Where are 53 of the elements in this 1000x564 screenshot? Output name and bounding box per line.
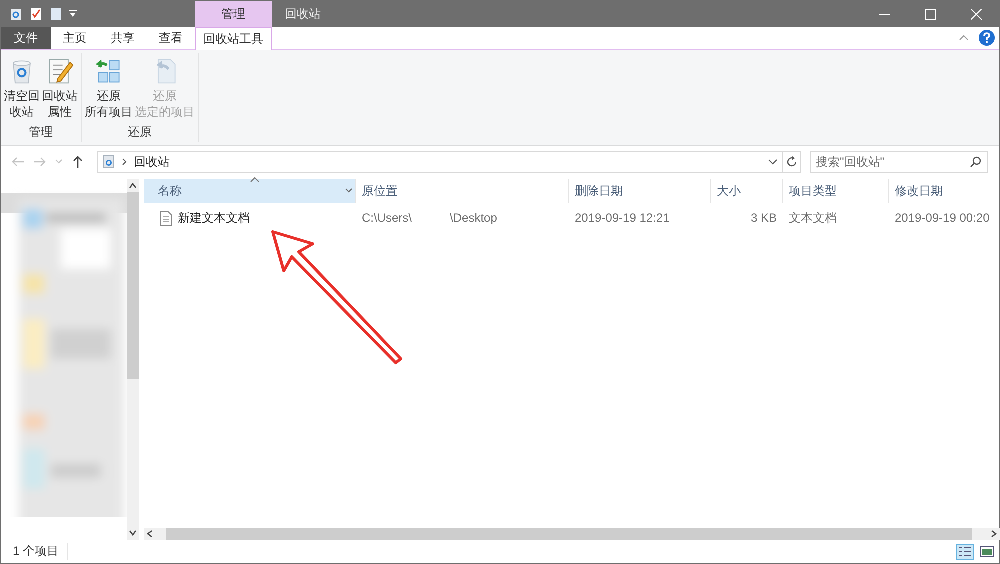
ribbon-button[interactable]: 还原 所有项目 [84, 53, 134, 122]
close-icon[interactable] [970, 8, 982, 20]
ribbon-tab[interactable]: 回收站工具 [195, 27, 272, 50]
properties-icon[interactable] [29, 7, 43, 21]
column-header[interactable]: 大小 [711, 179, 783, 203]
recycle-bin-icon [102, 155, 116, 169]
ribbon-tab[interactable]: 主页 [51, 27, 99, 49]
document-icon[interactable] [49, 7, 63, 21]
dropdown-icon[interactable] [69, 10, 77, 18]
ribbon-tab[interactable]: 文件 [1, 27, 51, 49]
group-label: 管理 [28, 124, 54, 141]
ribbon-tab[interactable]: 查看 [147, 27, 195, 49]
scroll-down-icon[interactable] [129, 529, 137, 537]
search-field[interactable]: 搜索"回收站" [810, 151, 988, 173]
file-name-cell[interactable]: 新建文本文档 [144, 207, 356, 229]
maximize-icon[interactable] [924, 8, 936, 20]
scrollbar-thumb[interactable] [166, 528, 972, 540]
item-count: 1 个项目 [1, 543, 68, 560]
group-label: 还原 [127, 124, 153, 141]
table-cell-text: 3 KB [750, 210, 778, 227]
search-icon [970, 156, 982, 168]
text-file-icon [160, 210, 172, 226]
scroll-right-icon[interactable] [990, 530, 998, 538]
column-header[interactable]: 原位置 [356, 179, 569, 203]
ribbon-button[interactable]: 清空回 收站 [3, 53, 41, 122]
collapse-ribbon-icon[interactable] [959, 35, 969, 41]
column-header[interactable]: 修改日期 [889, 179, 1000, 203]
scrollbar-thumb[interactable] [127, 192, 139, 379]
address-field[interactable]: 回收站 [97, 151, 783, 173]
refresh-icon [786, 156, 798, 168]
up-icon[interactable] [71, 155, 85, 169]
help-icon[interactable] [979, 30, 995, 46]
column-header[interactable]: 项目类型 [783, 179, 889, 203]
table-cell-text: 2019-09-19 00:20 [894, 210, 991, 227]
window-title: 回收站 [285, 6, 321, 22]
sort-icon [250, 176, 260, 184]
scroll-left-icon[interactable] [146, 530, 154, 538]
column-header[interactable]: 删除日期 [569, 179, 711, 203]
table-cell-text: 文本文档 [788, 210, 838, 226]
refresh-button[interactable] [783, 151, 801, 173]
details-view-button[interactable] [956, 544, 974, 560]
recycle-bin-icon[interactable] [9, 7, 23, 21]
location-cell-text: C:\Users\ \Desktop [361, 210, 498, 227]
dropdown-icon[interactable] [768, 159, 778, 165]
column-header[interactable]: 名称 [144, 179, 356, 203]
thumbnail-view-button[interactable] [978, 544, 996, 560]
table-cell-text: 2019-09-19 12:21 [574, 210, 671, 227]
context-tab-label: 管理 [195, 1, 272, 27]
scroll-up-icon[interactable] [129, 182, 137, 190]
chevron-icon [122, 158, 128, 166]
ribbon-button[interactable]: 回收站 属性 [41, 53, 79, 122]
dropdown-icon[interactable] [345, 188, 353, 194]
ribbon-tab[interactable]: 共享 [99, 27, 147, 49]
